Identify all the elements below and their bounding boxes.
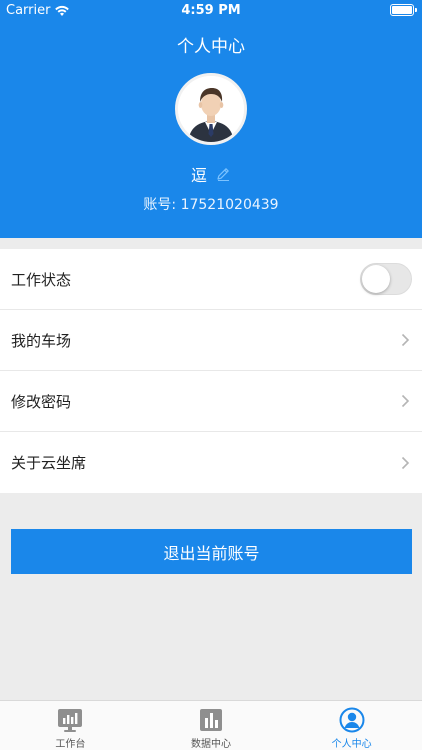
edit-pencil-icon[interactable] — [215, 166, 231, 182]
work-status-toggle[interactable] — [360, 263, 412, 295]
bar-chart-icon — [200, 709, 222, 731]
chevron-right-icon — [401, 394, 410, 408]
list-item-label: 关于云坐席 — [11, 454, 87, 472]
status-time: 4:59 PM — [181, 3, 241, 18]
list-item-label: 我的车场 — [11, 331, 72, 350]
tab-workbench[interactable]: 工作台 — [0, 701, 141, 750]
tab-label: 数据中心 — [191, 739, 231, 750]
list-item-my-parking[interactable]: 我的车场 — [0, 310, 422, 371]
tab-label: 个人中心 — [331, 739, 372, 750]
settings-list: 工作状态 我的车场 修改密码 关于云坐席 — [0, 249, 422, 493]
user-row: 逗 — [0, 162, 422, 186]
status-bar: Carrier 4:59 PM — [0, 0, 422, 22]
list-item-work-status: 工作状态 — [0, 249, 422, 310]
page-title: 个人中心 — [177, 37, 245, 57]
avatar[interactable] — [175, 73, 247, 145]
workbench-icon — [58, 709, 83, 732]
account-number: 账号: 17521020439 — [143, 197, 279, 213]
tab-data-center[interactable]: 数据中心 — [141, 701, 282, 750]
chevron-right-icon — [401, 456, 410, 469]
toggle-knob — [362, 265, 390, 293]
tab-bar: 工作台 数据中心 个人中心 — [0, 700, 422, 750]
profile-header: Carrier 4:59 PM 个人中心 逗 账号: 17521020439 — [0, 0, 422, 238]
status-right — [390, 4, 417, 16]
chevron-right-icon — [401, 333, 410, 347]
screen: Carrier 4:59 PM 个人中心 逗 账号: 17521020439 工… — [0, 0, 422, 750]
person-avatar-icon — [178, 76, 244, 142]
person-icon — [339, 707, 365, 733]
list-item-about[interactable]: 关于云坐席 — [0, 432, 422, 493]
username: 逗 — [190, 166, 207, 185]
tab-label: 工作台 — [55, 739, 86, 750]
battery-icon — [390, 4, 417, 16]
tab-profile[interactable]: 个人中心 — [281, 701, 422, 750]
list-item-label: 修改密码 — [11, 392, 72, 411]
logout-button[interactable]: 退出当前账号 — [11, 529, 412, 574]
list-item-label: 工作状态 — [11, 270, 72, 289]
list-item-change-password[interactable]: 修改密码 — [0, 371, 422, 432]
